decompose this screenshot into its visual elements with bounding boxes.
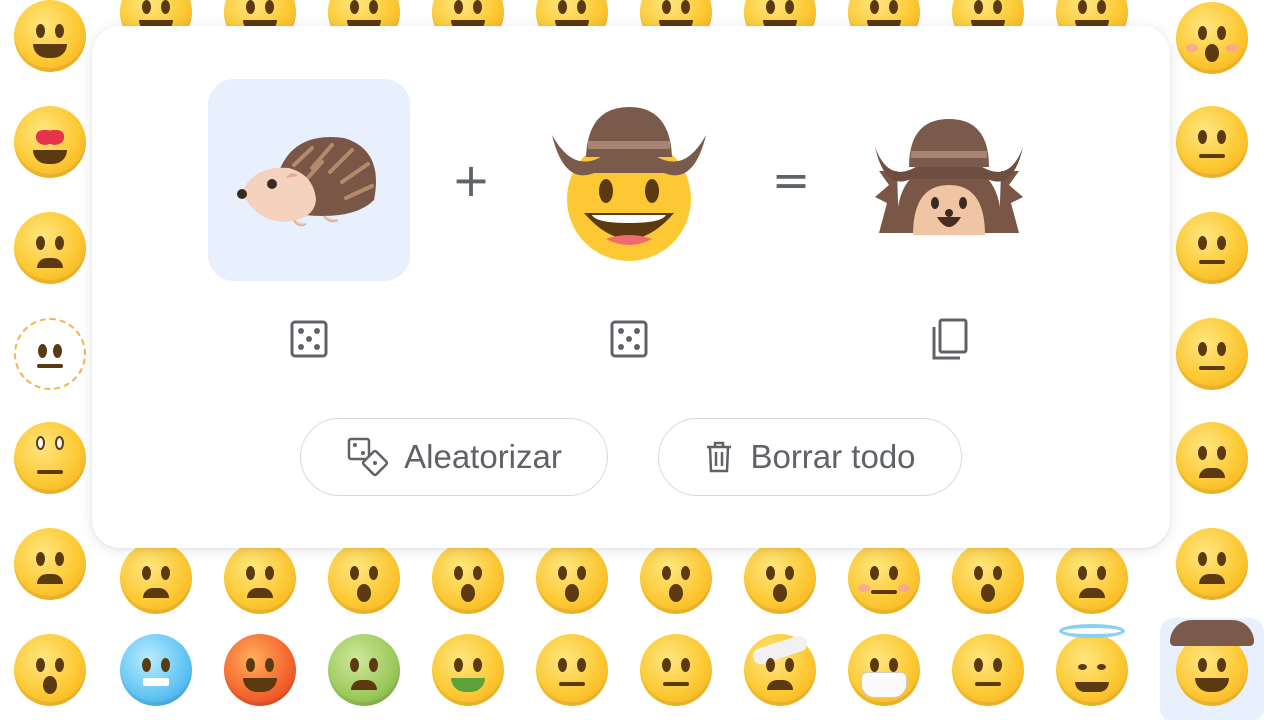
randomize-button[interactable]: Aleatorizar bbox=[300, 418, 608, 496]
medical-mask-face-icon[interactable] bbox=[832, 618, 936, 720]
dice-icon[interactable] bbox=[606, 316, 652, 362]
cowboy-hat-face-icon bbox=[552, 107, 706, 261]
result-emoji-slot[interactable] bbox=[848, 79, 1050, 281]
confused-face-icon[interactable] bbox=[0, 512, 102, 616]
sneezing-face-icon[interactable] bbox=[520, 618, 624, 720]
grinning-face-icon[interactable] bbox=[0, 0, 102, 88]
left-emoji-slot[interactable] bbox=[208, 79, 410, 281]
raised-eyebrow-face-icon[interactable] bbox=[1160, 302, 1264, 406]
dice-shuffle-icon bbox=[347, 437, 389, 477]
frowning-face-icon[interactable] bbox=[1160, 406, 1264, 510]
persevering-face-icon[interactable] bbox=[1160, 512, 1264, 616]
clear-all-label: Borrar todo bbox=[750, 438, 916, 475]
rolling-eyes-face-icon[interactable] bbox=[0, 406, 102, 510]
dice-icon[interactable] bbox=[286, 316, 332, 362]
middle-emoji-slot[interactable] bbox=[528, 79, 730, 281]
copy-icon[interactable] bbox=[926, 316, 972, 362]
heart-eyes-face-icon[interactable] bbox=[0, 90, 102, 194]
randomize-label: Aleatorizar bbox=[404, 438, 562, 475]
trash-icon bbox=[707, 441, 732, 473]
hedgehog-icon bbox=[237, 137, 376, 227]
dizzy-face-icon[interactable] bbox=[0, 618, 102, 720]
smirking-face-icon[interactable] bbox=[1160, 90, 1264, 194]
thermometer-face-icon[interactable] bbox=[624, 618, 728, 720]
hedgehog-cowboy-mashup-icon bbox=[875, 119, 1023, 235]
hot-face-icon[interactable] bbox=[208, 618, 312, 720]
clear-all-button[interactable]: Borrar todo bbox=[658, 418, 962, 496]
dotted-line-face-icon[interactable] bbox=[0, 302, 102, 406]
neutral-face-icon[interactable] bbox=[1160, 196, 1264, 300]
cold-face-icon[interactable] bbox=[104, 618, 208, 720]
nauseated-face-icon[interactable] bbox=[312, 618, 416, 720]
halo-face-icon[interactable] bbox=[1040, 618, 1144, 720]
equals-sign: = bbox=[771, 153, 811, 207]
cowboy-hat-face-icon-selected[interactable] bbox=[1160, 618, 1264, 720]
bandage-face-icon[interactable] bbox=[728, 618, 832, 720]
kissing-face-icon[interactable] bbox=[1160, 0, 1264, 90]
plus-sign: + bbox=[451, 153, 491, 207]
vomiting-face-icon[interactable] bbox=[416, 618, 520, 720]
lying-face-icon[interactable] bbox=[936, 618, 1040, 720]
emoji-kitchen-card: + = Aleatorizar Borrar todo bbox=[92, 26, 1170, 548]
drooling-face-icon[interactable] bbox=[0, 196, 102, 300]
